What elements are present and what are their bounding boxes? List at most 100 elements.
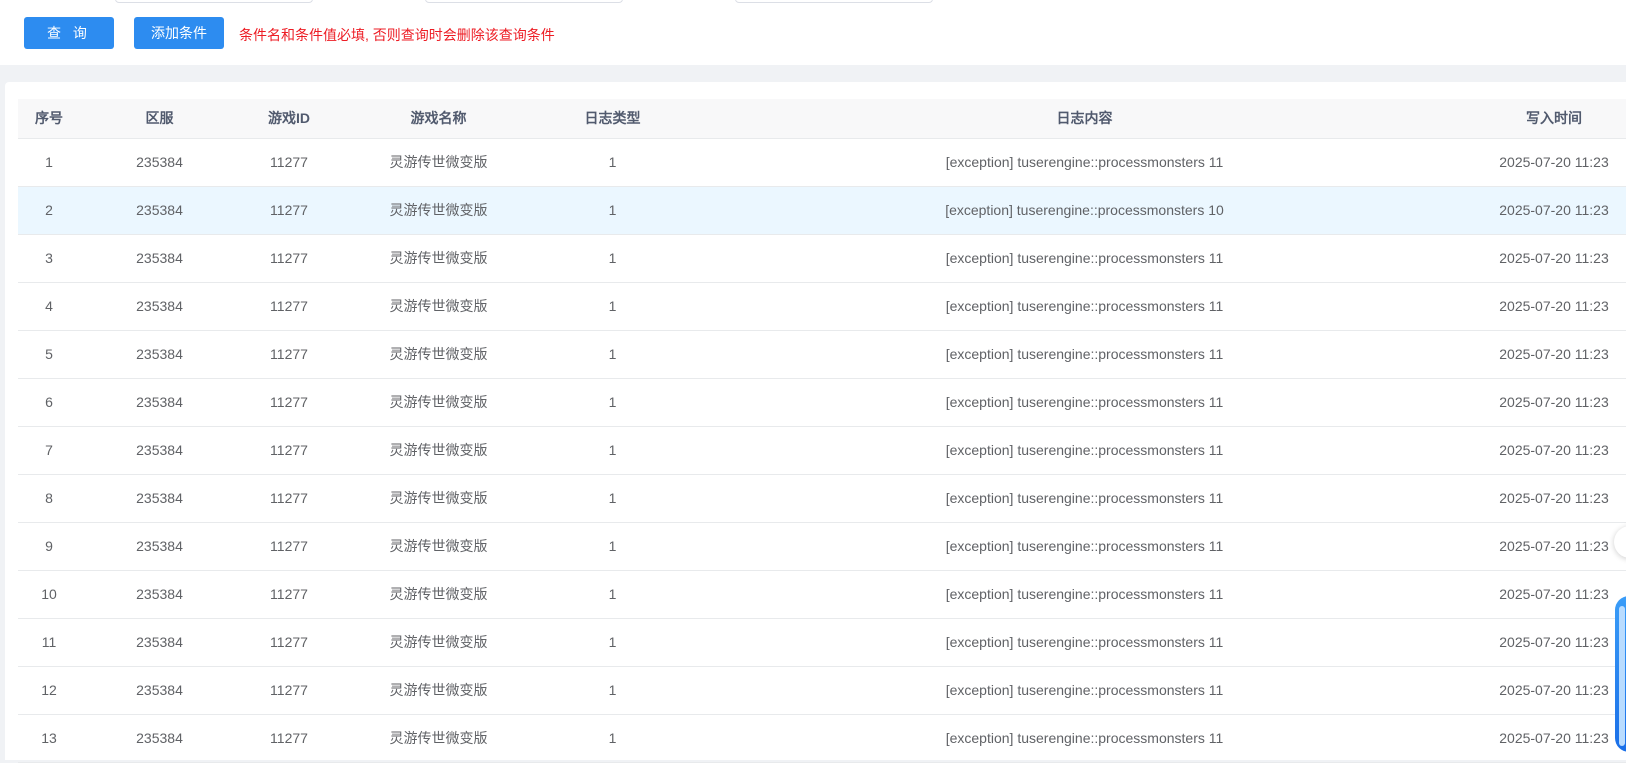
table-row[interactable]: 8 235384 11277 灵游传世微变版 1 [exception] tusereng… [18,474,1626,523]
cell-game-name: 灵游传世微变版 [339,234,538,283]
cell-log-type: 1 [538,714,687,763]
cell-server: 235384 [80,426,239,475]
table-row[interactable]: 6 235384 11277 灵游传世微变版 1 [exception] tusereng… [18,378,1626,427]
cell-game-name: 灵游传世微变版 [339,522,538,571]
cell-log-content: [exception] tuserengine::processmonsters… [687,714,1482,763]
cell-game-id: 11277 [239,474,339,523]
cell-game-name: 灵游传世微变版 [339,282,538,331]
cell-game-name: 灵游传世微变版 [339,378,538,427]
cell-game-id: 11277 [239,714,339,763]
cell-game-name: 灵游传世微变版 [339,330,538,379]
floating-assistant-widget[interactable] [1615,596,1626,752]
cell-log-type: 1 [538,138,687,187]
cell-game-name: 灵游传世微变版 [339,138,538,187]
cell-log-content: [exception] tuserengine::processmonsters… [687,138,1482,187]
cell-write-time: 2025-07-20 11:23 [1482,426,1626,475]
add-condition-button[interactable]: 添加条件 [134,17,224,49]
condition-value-input[interactable] [425,0,623,3]
cell-index: 13 [18,714,80,763]
table-row[interactable]: 2 235384 11277 灵游传世微变版 1 [exception] tusereng… [18,186,1626,235]
cell-log-type: 1 [538,282,687,331]
table-row[interactable]: 7 235384 11277 灵游传世微变版 1 [exception] tusereng… [18,426,1626,475]
cell-server: 235384 [80,330,239,379]
cell-index: 1 [18,138,80,187]
cell-log-content: [exception] tuserengine::processmonsters… [687,330,1482,379]
cell-server: 235384 [80,714,239,763]
table-row[interactable]: 12 235384 11277 灵游传世微变版 1 [exception] tuseren… [18,666,1626,715]
table-header-row: 序号 区服 游戏ID 游戏名称 日志类型 日志内容 写入时间 [18,99,1626,139]
table-row[interactable]: 11 235384 11277 灵游传世微变版 1 [exception] tuseren… [18,618,1626,667]
cell-log-type: 1 [538,234,687,283]
cell-game-id: 11277 [239,138,339,187]
cell-log-type: 1 [538,474,687,523]
cell-game-id: 11277 [239,570,339,619]
column-header-game-id: 游戏ID [239,99,339,139]
cell-game-id: 11277 [239,330,339,379]
table-row[interactable]: 5 235384 11277 灵游传世微变版 1 [exception] tusereng… [18,330,1626,379]
cell-game-id: 11277 [239,282,339,331]
column-header-index: 序号 [18,99,80,139]
cell-log-type: 1 [538,426,687,475]
condition-name-input[interactable] [115,0,313,3]
cell-write-time: 2025-07-20 11:23 [1482,666,1626,715]
cell-log-type: 1 [538,522,687,571]
query-toolbar: 查 询 添加条件 条件名和条件值必填, 否则查询时会删除该查询条件 [0,0,1626,65]
log-table-body: 1 235384 11277 灵游传世微变版 1 [exception] tusereng… [18,138,1626,763]
cell-game-name: 灵游传世微变版 [339,714,538,763]
cell-log-content: [exception] tuserengine::processmonsters… [687,666,1482,715]
cell-log-content: [exception] tuserengine::processmonsters… [687,618,1482,667]
cell-game-id: 11277 [239,426,339,475]
cell-write-time: 2025-07-20 11:23 [1482,330,1626,379]
cell-server: 235384 [80,618,239,667]
query-button[interactable]: 查 询 [24,17,114,49]
cell-write-time: 2025-07-20 11:23 [1482,618,1626,667]
table-row[interactable]: 1 235384 11277 灵游传世微变版 1 [exception] tusereng… [18,138,1626,187]
table-row[interactable]: 9 235384 11277 灵游传世微变版 1 [exception] tusereng… [18,522,1626,571]
condition-hint-text: 条件名和条件值必填, 否则查询时会删除该查询条件 [239,27,555,43]
cell-game-name: 灵游传世微变版 [339,666,538,715]
cell-write-time: 2025-07-20 11:23 [1482,378,1626,427]
table-row[interactable]: 4 235384 11277 灵游传世微变版 1 [exception] tusereng… [18,282,1626,331]
cell-log-type: 1 [538,378,687,427]
cell-game-name: 灵游传世微变版 [339,474,538,523]
cell-log-type: 1 [538,330,687,379]
cell-index: 12 [18,666,80,715]
table-row[interactable]: 10 235384 11277 灵游传世微变版 1 [exception] tuseren… [18,570,1626,619]
cell-log-content: [exception] tuserengine::processmonsters… [687,234,1482,283]
cell-index: 3 [18,234,80,283]
condition-extra-input[interactable] [735,0,933,3]
cell-log-type: 1 [538,570,687,619]
cell-index: 4 [18,282,80,331]
column-header-log-content: 日志内容 [687,99,1482,139]
cell-game-id: 11277 [239,522,339,571]
cell-log-content: [exception] tuserengine::processmonsters… [687,570,1482,619]
cell-write-time: 2025-07-20 11:23 [1482,234,1626,283]
cell-write-time: 2025-07-20 11:23 [1482,714,1626,763]
cell-log-type: 1 [538,186,687,235]
cell-log-content: [exception] tuserengine::processmonsters… [687,186,1482,235]
cell-write-time: 2025-07-20 11:23 [1482,282,1626,331]
cell-game-id: 11277 [239,618,339,667]
cell-server: 235384 [80,474,239,523]
cell-server: 235384 [80,138,239,187]
cell-server: 235384 [80,282,239,331]
cell-index: 9 [18,522,80,571]
cell-index: 5 [18,330,80,379]
cell-log-content: [exception] tuserengine::processmonsters… [687,522,1482,571]
cell-log-content: [exception] tuserengine::processmonsters… [687,474,1482,523]
cell-write-time: 2025-07-20 11:23 [1482,474,1626,523]
cell-game-name: 灵游传世微变版 [339,618,538,667]
column-header-game-name: 游戏名称 [339,99,538,139]
cell-server: 235384 [80,570,239,619]
cell-log-content: [exception] tuserengine::processmonsters… [687,282,1482,331]
cell-index: 7 [18,426,80,475]
cell-log-content: [exception] tuserengine::processmonsters… [687,378,1482,427]
cell-index: 6 [18,378,80,427]
cell-game-id: 11277 [239,234,339,283]
table-row[interactable]: 3 235384 11277 灵游传世微变版 1 [exception] tusereng… [18,234,1626,283]
cell-log-type: 1 [538,618,687,667]
cell-write-time: 2025-07-20 11:23 [1482,522,1626,571]
column-header-server: 区服 [80,99,239,139]
cell-game-name: 灵游传世微变版 [339,186,538,235]
table-row[interactable]: 13 235384 11277 灵游传世微变版 1 [exception] tuseren… [18,714,1626,763]
